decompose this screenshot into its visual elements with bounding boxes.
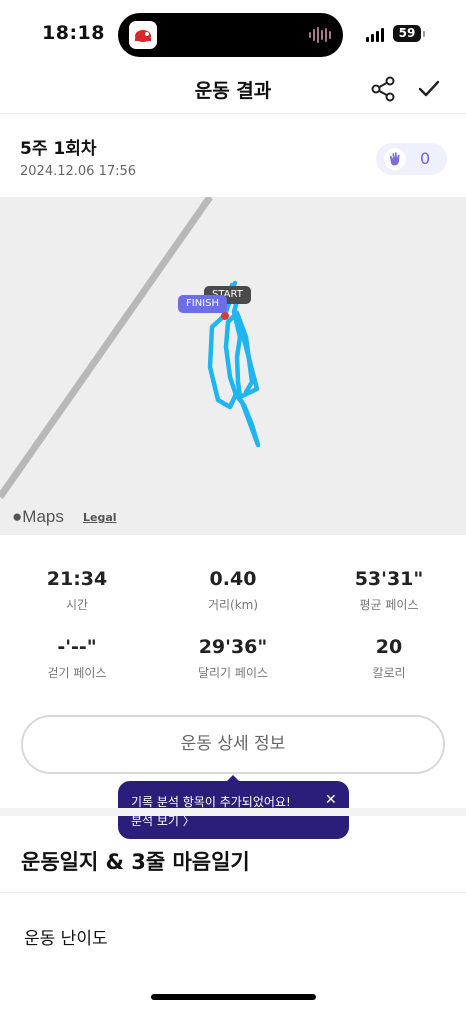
stat-value: 20 — [375, 636, 403, 658]
apple-icon: ● — [12, 507, 23, 526]
workout-detail-button[interactable]: 운동 상세 정보 — [21, 715, 445, 774]
app-icon — [129, 21, 157, 49]
check-icon — [418, 80, 440, 97]
stat-value: 53'31" — [354, 568, 424, 590]
share-button[interactable] — [368, 74, 398, 104]
clap-icon — [384, 148, 406, 170]
stat-label: 평균 페이스 — [359, 598, 419, 612]
stat-label: 걷기 페이스 — [47, 666, 107, 680]
battery-icon: 59 — [393, 25, 421, 42]
stat-running-pace: 29'36" 달리기 페이스 — [158, 636, 308, 681]
clap-count: 0 — [420, 149, 431, 168]
stat-calories: 20 칼로리 — [314, 636, 464, 681]
close-icon[interactable]: ✕ — [325, 792, 337, 808]
divider — [0, 892, 466, 893]
dynamic-island[interactable] — [118, 13, 343, 57]
app-header: 운동 결과 — [0, 66, 466, 114]
stat-label: 거리(km) — [207, 598, 259, 612]
difficulty-label: 운동 난이도 — [24, 929, 108, 949]
map-road — [0, 197, 213, 500]
home-indicator[interactable] — [151, 994, 316, 1000]
stat-label: 칼로리 — [372, 666, 406, 680]
status-time: 18:18 — [42, 22, 105, 44]
maps-logo: ●Maps — [12, 507, 64, 526]
cellular-signal-icon — [366, 28, 384, 42]
stat-label: 시간 — [65, 598, 89, 612]
battery-tip — [423, 31, 425, 37]
stat-distance: 0.40 거리(km) — [158, 568, 308, 613]
stat-value: 29'36" — [198, 636, 268, 658]
status-bar: 18:18 59 — [0, 0, 466, 66]
stat-value: -'--" — [57, 636, 97, 658]
share-icon — [371, 76, 395, 102]
route-map[interactable]: START FINISH — [0, 197, 466, 535]
stat-value: 0.40 — [209, 568, 257, 590]
maps-legal-link[interactable]: Legal — [83, 511, 117, 524]
finish-marker — [221, 312, 229, 320]
audio-wave-icon — [309, 27, 331, 43]
session-info: 5주 1회차 2024.12.06 17:56 0 — [0, 115, 466, 197]
session-date: 2024.12.06 17:56 — [20, 164, 137, 179]
journal-section-title: 운동일지 & 3줄 마음일기 — [21, 850, 250, 874]
done-button[interactable] — [414, 74, 444, 104]
stat-time: 21:34 시간 — [2, 568, 152, 613]
stat-label: 달리기 페이스 — [197, 666, 269, 680]
finish-marker-label: FINISH — [178, 295, 227, 313]
stat-walking-pace: -'--" 걷기 페이스 — [2, 636, 152, 681]
stat-average-pace: 53'31" 평균 페이스 — [314, 568, 464, 613]
section-divider — [0, 808, 466, 816]
clap-button[interactable]: 0 — [376, 143, 447, 175]
session-title: 5주 1회차 — [20, 139, 97, 159]
route-map-canvas — [0, 197, 261, 500]
stat-value: 21:34 — [46, 568, 108, 590]
